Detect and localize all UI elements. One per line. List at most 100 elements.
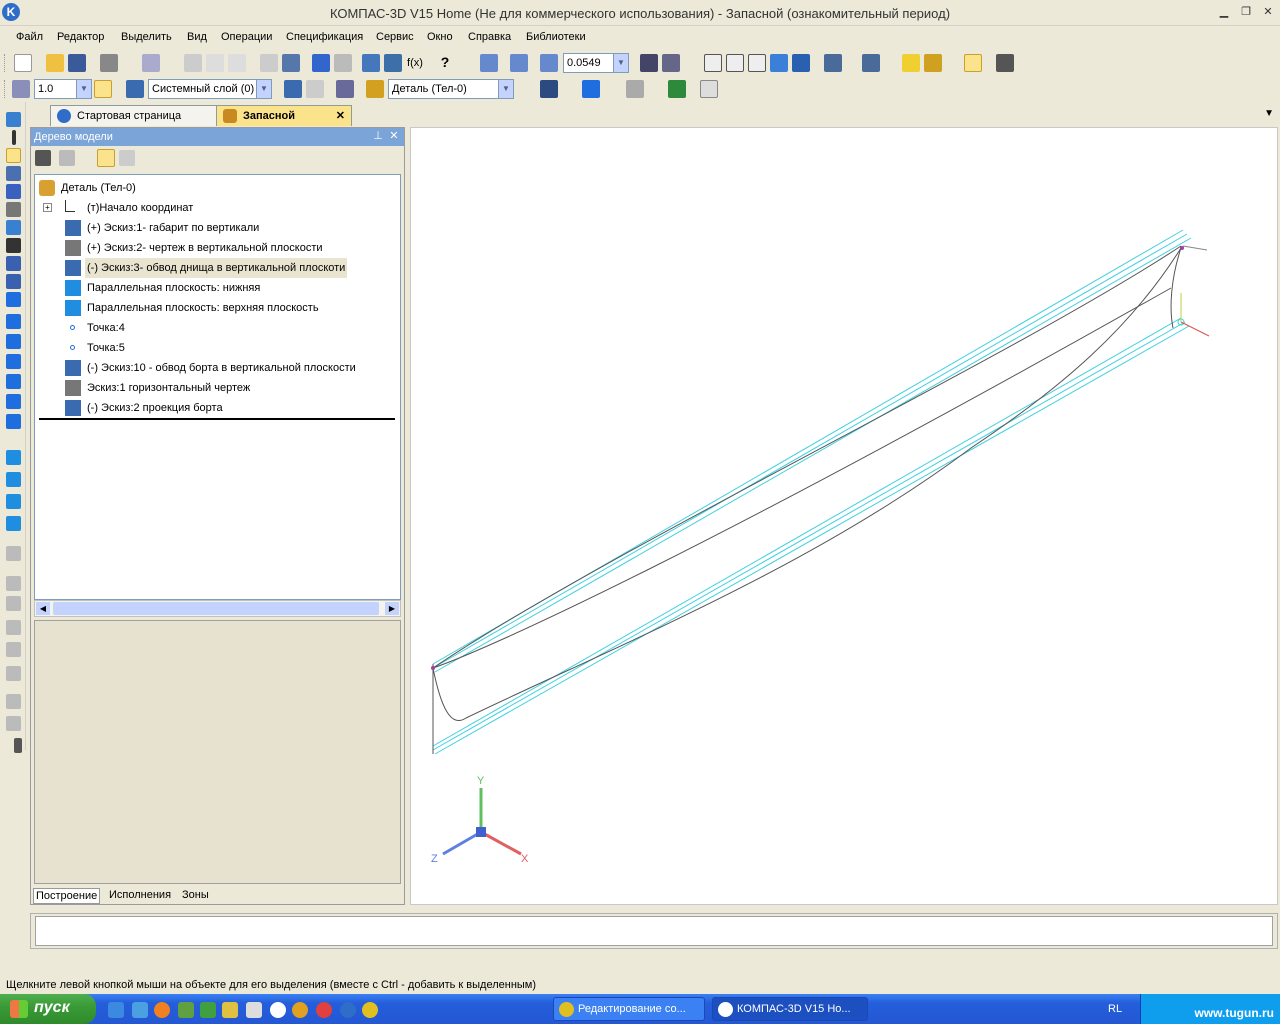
cut-loft-icon[interactable] [6, 516, 21, 531]
tree-mode-icon[interactable] [97, 149, 115, 167]
tab-list-chevron-icon[interactable]: ▼ [1264, 108, 1274, 119]
toolbar-grip[interactable] [4, 54, 7, 72]
color-icon[interactable] [540, 80, 558, 98]
parametric-icon[interactable] [336, 80, 354, 98]
menu-service[interactable]: Сервис [376, 31, 414, 43]
thin-lines-icon[interactable] [748, 54, 766, 72]
chamfer-icon[interactable] [6, 414, 21, 429]
section-icon[interactable] [924, 54, 942, 72]
quicklaunch-icon[interactable] [200, 1002, 216, 1018]
ie-icon[interactable] [108, 1002, 124, 1018]
save-icon[interactable] [68, 54, 86, 72]
ortho-mode-icon[interactable] [94, 80, 112, 98]
menu-libraries[interactable]: Библиотеки [526, 31, 586, 43]
properties-icon[interactable] [282, 54, 300, 72]
wireframe-icon[interactable] [704, 54, 722, 72]
layer-select[interactable]: Системный слой (0) ▼ [148, 79, 272, 99]
chevron-down-icon[interactable]: ▼ [256, 80, 271, 98]
chevron-down-icon[interactable]: ▼ [498, 80, 513, 98]
menu-help[interactable]: Справка [468, 31, 511, 43]
start-button[interactable]: пуск [0, 994, 96, 1024]
open-folder-icon[interactable] [46, 54, 64, 72]
layer-icon[interactable] [126, 80, 144, 98]
measure-icon[interactable] [6, 238, 21, 253]
extrude-icon[interactable] [6, 314, 21, 329]
paste-icon[interactable] [228, 54, 246, 72]
material-icon[interactable] [582, 80, 600, 98]
tree-toggle-icon[interactable] [964, 54, 982, 72]
tab-document[interactable]: Запасной ✕ [216, 105, 352, 126]
dimension-icon[interactable] [700, 80, 718, 98]
menu-file[interactable]: Файл [16, 31, 43, 43]
task-browser[interactable]: Редактирование со... [553, 997, 705, 1021]
mass-properties-icon[interactable] [668, 80, 686, 98]
expand-arrow-icon[interactable] [14, 738, 22, 753]
menu-operations[interactable]: Операции [221, 31, 272, 43]
language-indicator[interactable]: RL [1108, 1003, 1122, 1015]
shaded-edges-icon[interactable] [792, 54, 810, 72]
zoom-dynamic-icon[interactable] [510, 54, 528, 72]
menu-specification[interactable]: Спецификация [286, 31, 363, 43]
chrome-icon[interactable] [362, 1002, 378, 1018]
print-icon[interactable] [100, 54, 118, 72]
chevron-down-icon[interactable]: ▼ [613, 54, 628, 72]
edit-details-icon[interactable] [6, 148, 21, 163]
chevron-down-icon[interactable]: ▼ [76, 80, 91, 98]
reports-icon[interactable] [6, 292, 21, 307]
layer-manager-icon[interactable] [626, 80, 644, 98]
geometry-icon[interactable] [6, 112, 21, 127]
edit-sketch-icon[interactable] [306, 80, 324, 98]
rotate-icon[interactable] [640, 54, 658, 72]
surfaces-icon[interactable] [6, 202, 21, 217]
quicklaunch-icon[interactable] [292, 1002, 308, 1018]
tree-end-marker[interactable] [39, 418, 395, 420]
restore-icon[interactable]: ❐ [1238, 5, 1254, 19]
help-icon[interactable]: ? [436, 54, 454, 72]
tab-construction[interactable]: Построение [33, 888, 101, 904]
toolbar-grip[interactable] [4, 80, 7, 98]
step-select[interactable]: 1.0 ▼ [34, 79, 92, 99]
scroll-left-icon[interactable]: ◀ [36, 602, 50, 615]
hidden-lines-icon[interactable] [726, 54, 744, 72]
shaded-icon[interactable] [770, 54, 788, 72]
loft-icon[interactable] [6, 374, 21, 389]
quicklaunch-icon[interactable] [178, 1002, 194, 1018]
sketch-point[interactable] [1180, 246, 1184, 250]
rotate-op-icon[interactable] [6, 334, 21, 349]
property-panel-content[interactable] [35, 916, 1273, 946]
parameters-icon[interactable] [996, 54, 1014, 72]
menu-window[interactable]: Окно [427, 31, 453, 43]
tree-detail-icon[interactable] [119, 150, 135, 166]
cut-rotate-icon[interactable] [6, 472, 21, 487]
scroll-thumb[interactable] [53, 602, 379, 615]
media-player-icon[interactable] [270, 1002, 286, 1018]
cut-kinematic-icon[interactable] [6, 494, 21, 509]
preview-icon[interactable] [142, 54, 160, 72]
arrays-icon[interactable] [6, 166, 21, 181]
kompas-icon[interactable] [340, 1002, 356, 1018]
tab-zones[interactable]: Зоны [180, 888, 211, 902]
menu-select[interactable]: Выделить [121, 31, 172, 43]
model-viewport[interactable]: Y X Z [410, 127, 1278, 905]
detail-select[interactable]: Деталь (Тел-0) ▼ [388, 79, 514, 99]
tree-horizontal-scrollbar[interactable]: ◀ ▶ [34, 600, 401, 617]
expand-plus-icon[interactable]: + [43, 203, 52, 212]
selection-filter-icon[interactable] [824, 54, 842, 72]
cut-extrude-icon[interactable] [6, 450, 21, 465]
task-kompas[interactable]: КОМПАС-3D V15 Но... [712, 997, 868, 1021]
new-file-icon[interactable] [14, 54, 32, 72]
pin-icon[interactable]: ⊥ [372, 130, 384, 142]
quicklaunch-icon[interactable] [132, 1002, 148, 1018]
aux-geometry-icon[interactable] [6, 184, 21, 199]
sketch-point[interactable] [431, 666, 435, 670]
tree-structure-icon[interactable] [35, 150, 51, 166]
tab-versions[interactable]: Исполнения [107, 888, 173, 902]
copy-icon[interactable] [206, 54, 224, 72]
tree-view-icon[interactable] [59, 150, 75, 166]
spec-icon[interactable] [6, 274, 21, 289]
sketch-icon[interactable] [284, 80, 302, 98]
perspective-icon[interactable] [902, 54, 920, 72]
quicklaunch-icon[interactable] [154, 1002, 170, 1018]
cut-icon[interactable] [184, 54, 202, 72]
orientation-icon[interactable] [662, 54, 680, 72]
